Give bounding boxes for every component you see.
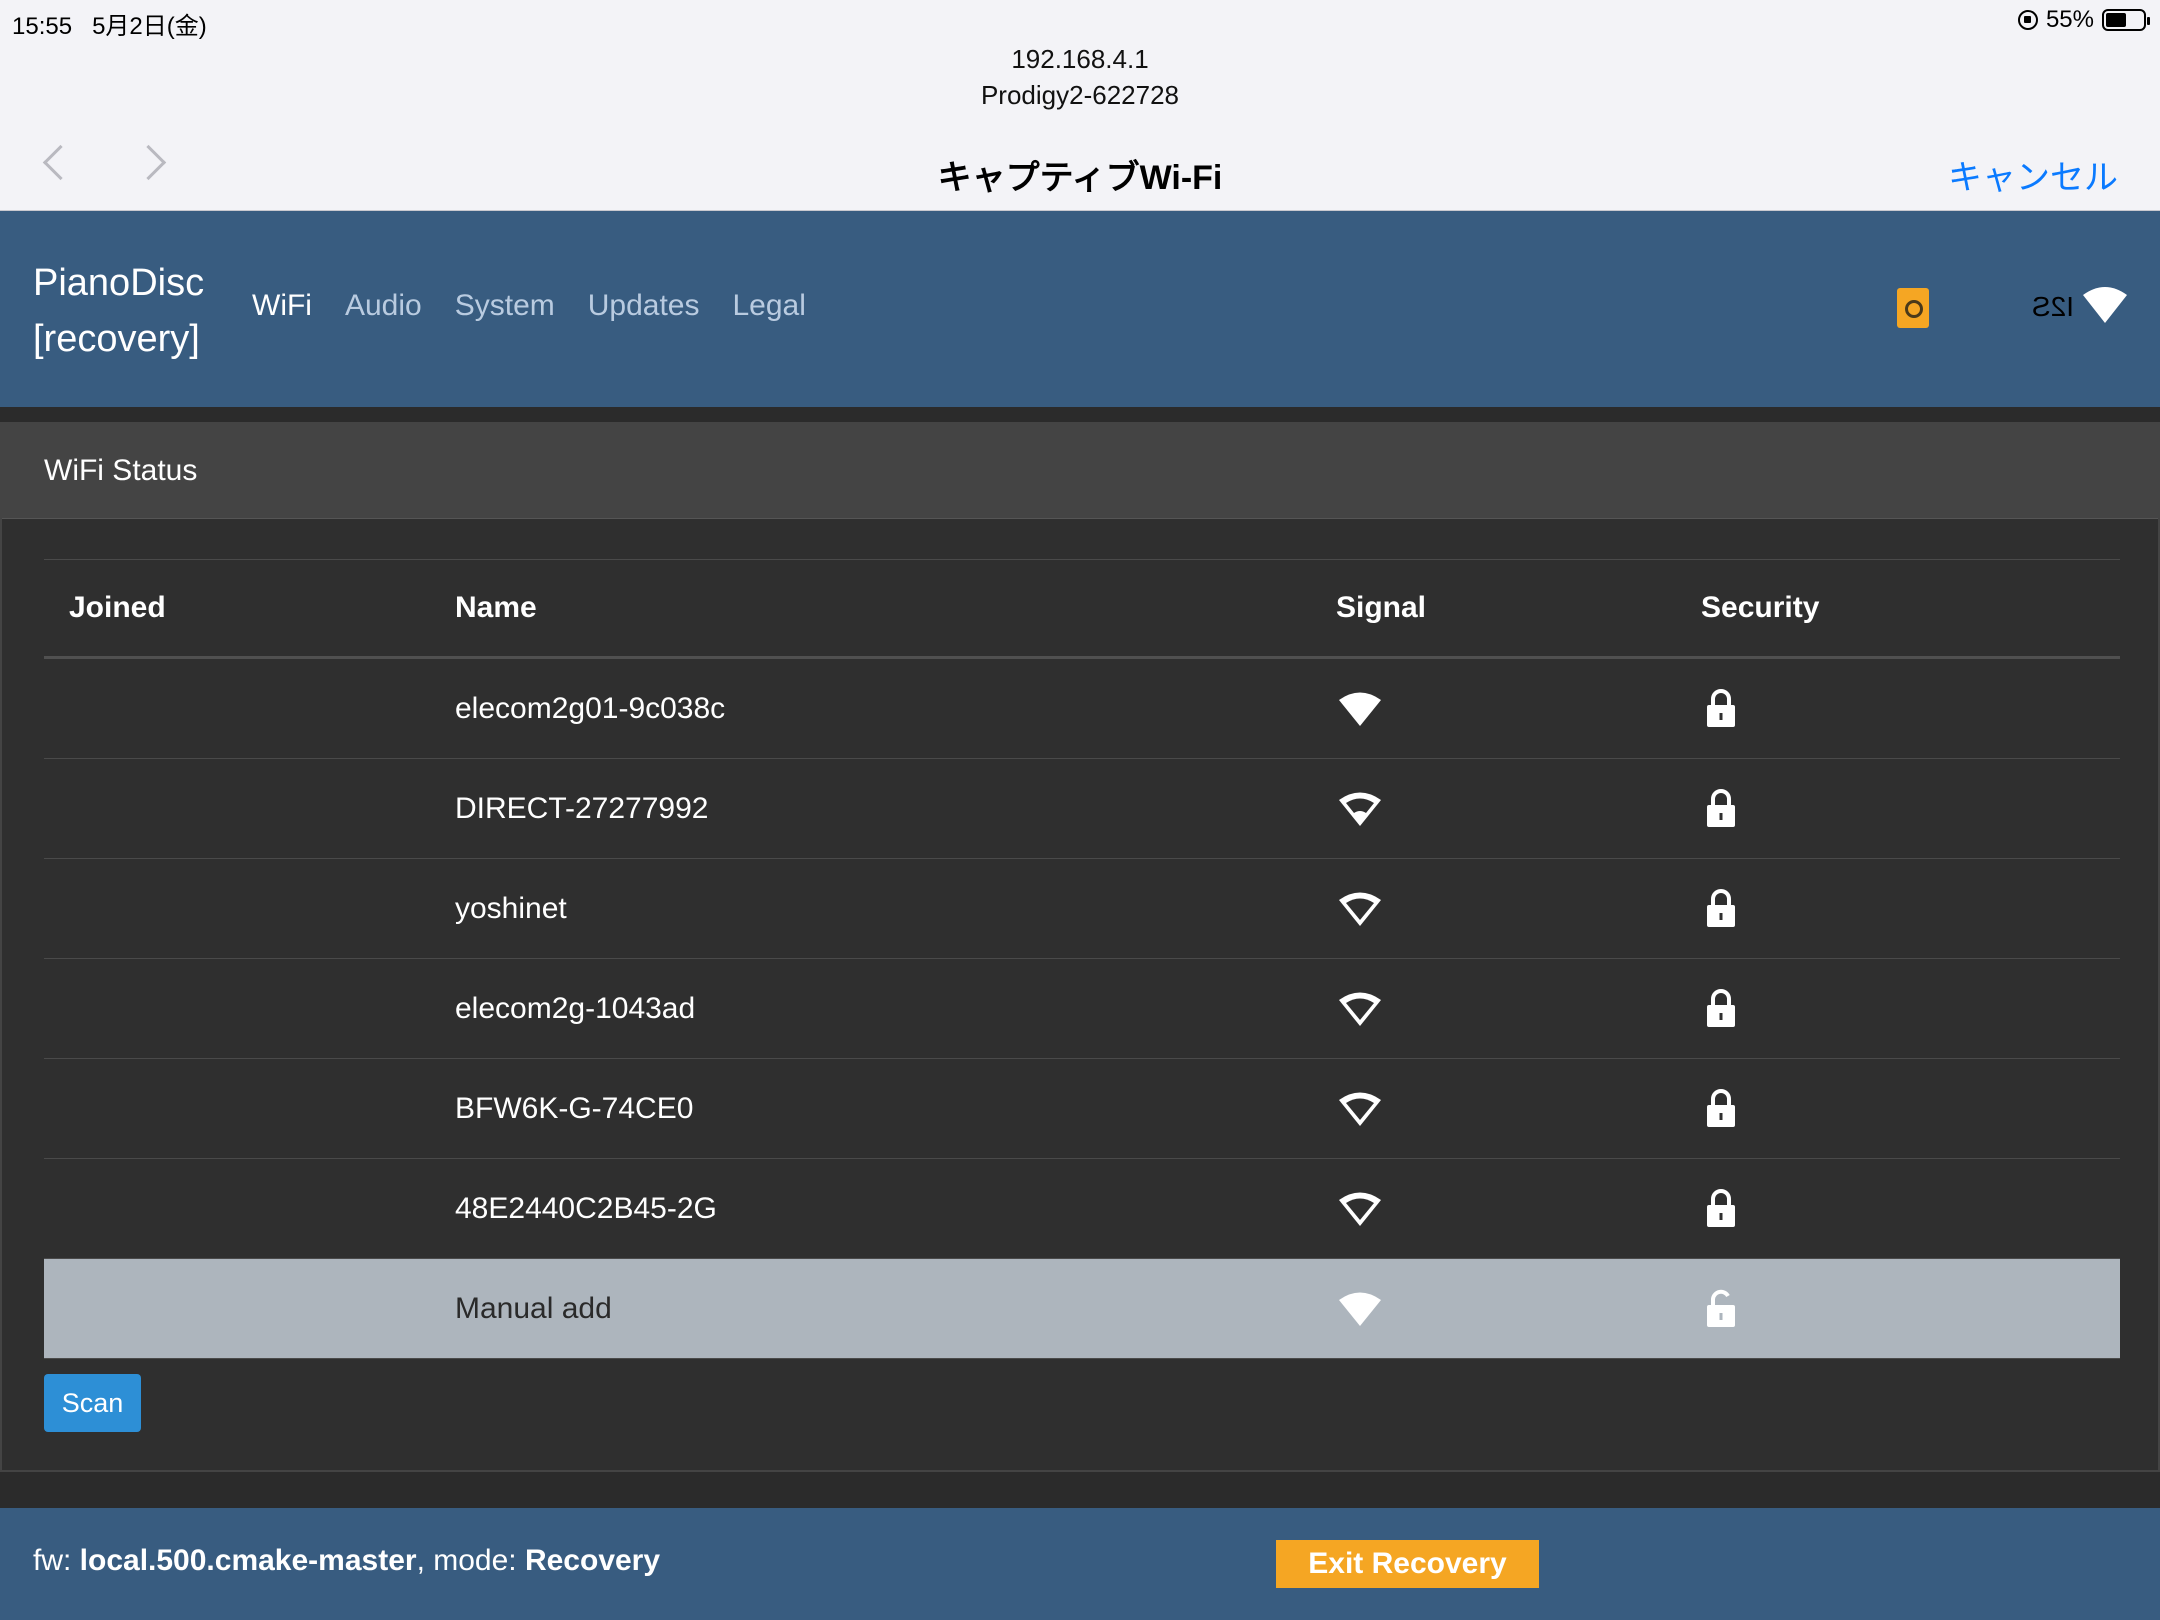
security-cell [1700,1058,2120,1159]
browser-chrome: 15:55 5月2日(金) 55% 192.168.4.1 Prodigy2-6… [0,0,2160,211]
network-name: Prodigy2-622728 [980,80,1180,110]
security-cell [1700,758,2120,859]
footer: fw: local.500.cmake-master, mode: Recove… [0,1508,2160,1620]
network-name-cell: BFW6K-G-74CE0 [454,1058,1335,1159]
signal-icon [1339,1092,1381,1126]
network-name-cell: 48E2440C2B45-2G [454,1158,1335,1259]
battery-fill [2106,13,2126,27]
joined-cell [44,1258,454,1359]
orientation-lock-icon [2017,10,2038,30]
joined-cell [44,758,454,859]
signal-icon [1339,1292,1381,1326]
captive-title: キャプティブWi-Fi [937,159,1223,197]
table-row[interactable]: yoshinet [44,858,2120,959]
network-table: Joined Name Signal Security elecom2g01-9… [44,559,2120,1359]
wifi-status-panel: WiFi Status Joined Name Signal Security … [0,422,2160,1472]
brand[interactable]: PianoDisc [recovery] [33,255,204,367]
lock-icon [1707,688,1735,727]
joined-cell [44,1058,454,1159]
signal-icon [1339,992,1381,1026]
signal-cell [1335,657,1700,759]
signal-icon [1339,792,1381,826]
firmware-info: fw: local.500.cmake-master, mode: Recove… [33,1544,661,1577]
signal-icon [1339,1192,1381,1226]
table-header-row: Joined Name Signal Security [44,559,2120,659]
host-address: 192.168.4.1 [1011,44,1149,74]
signal-cell [1335,1258,1700,1359]
firmware-version: local.500.cmake-master [79,1544,417,1577]
signal-icon [1339,892,1381,926]
signal-cell [1335,758,1700,859]
joined-cell [44,1158,454,1259]
col-joined: Joined [44,559,454,659]
battery-percent: 55% [2045,6,2094,33]
nav-updates[interactable]: Updates [588,289,700,323]
signal-cell [1335,958,1700,1059]
network-name-cell: yoshinet [454,858,1335,959]
signal-cell [1335,858,1700,959]
nav-legal[interactable]: Legal [733,289,806,323]
signal-cell [1335,1058,1700,1159]
mode-value: Recovery [524,1544,661,1577]
signal-icon [1339,692,1381,726]
network-name-cell: elecom2g01-9c038c [454,657,1335,759]
network-name-cell: elecom2g-1043ad [454,958,1335,1059]
lock-icon [1707,1088,1735,1127]
security-cell [1700,657,2120,759]
table-row[interactable]: elecom2g01-9c038c [44,657,2120,759]
nav-audio[interactable]: Audio [345,289,422,323]
status-time: 15:55 5月2日(金) [12,13,207,40]
status-right: 55% [2017,6,2150,34]
table-row[interactable]: DIRECT-27277992 [44,758,2120,859]
lock-icon [1707,988,1735,1027]
network-name-cell: DIRECT-27277992 [454,758,1335,859]
table-row[interactable]: elecom2g-1043ad [44,958,2120,1059]
q-badge-icon[interactable] [1897,288,1929,328]
unlock-icon [1707,1289,1735,1327]
exit-recovery-button[interactable]: Exit Recovery [1276,1540,1539,1588]
signal-cell [1335,1158,1700,1259]
i2s-label: I2S [2032,291,2075,322]
table-row[interactable]: 48E2440C2B45-2G [44,1158,2120,1259]
wifi-status-icon [2083,287,2127,323]
col-name: Name [454,559,1335,659]
main-nav: WiFi Audio System Updates Legal [252,289,806,323]
security-cell [1700,958,2120,1059]
battery-icon [2102,9,2150,31]
col-security: Security [1700,559,2120,659]
joined-cell [44,657,454,759]
lock-icon [1707,788,1735,827]
lock-icon [1707,888,1735,927]
security-cell [1700,1158,2120,1259]
app-header: PianoDisc [recovery] WiFi Audio System U… [0,211,2160,407]
security-cell [1700,858,2120,959]
nav-system[interactable]: System [455,289,555,323]
table-row[interactable]: Manual add [44,1258,2120,1359]
joined-cell [44,858,454,959]
scan-button[interactable]: Scan [44,1374,141,1432]
cancel-button[interactable]: キャンセル [1948,150,2118,199]
col-signal: Signal [1335,559,1700,659]
security-cell [1700,1258,2120,1359]
panel-title: WiFi Status [44,454,198,487]
nav-wifi[interactable]: WiFi [252,289,312,323]
joined-cell [44,958,454,1059]
lock-icon [1707,1188,1735,1227]
table-row[interactable]: BFW6K-G-74CE0 [44,1058,2120,1159]
network-name-cell: Manual add [454,1258,1335,1359]
panel-header [2,424,2158,519]
